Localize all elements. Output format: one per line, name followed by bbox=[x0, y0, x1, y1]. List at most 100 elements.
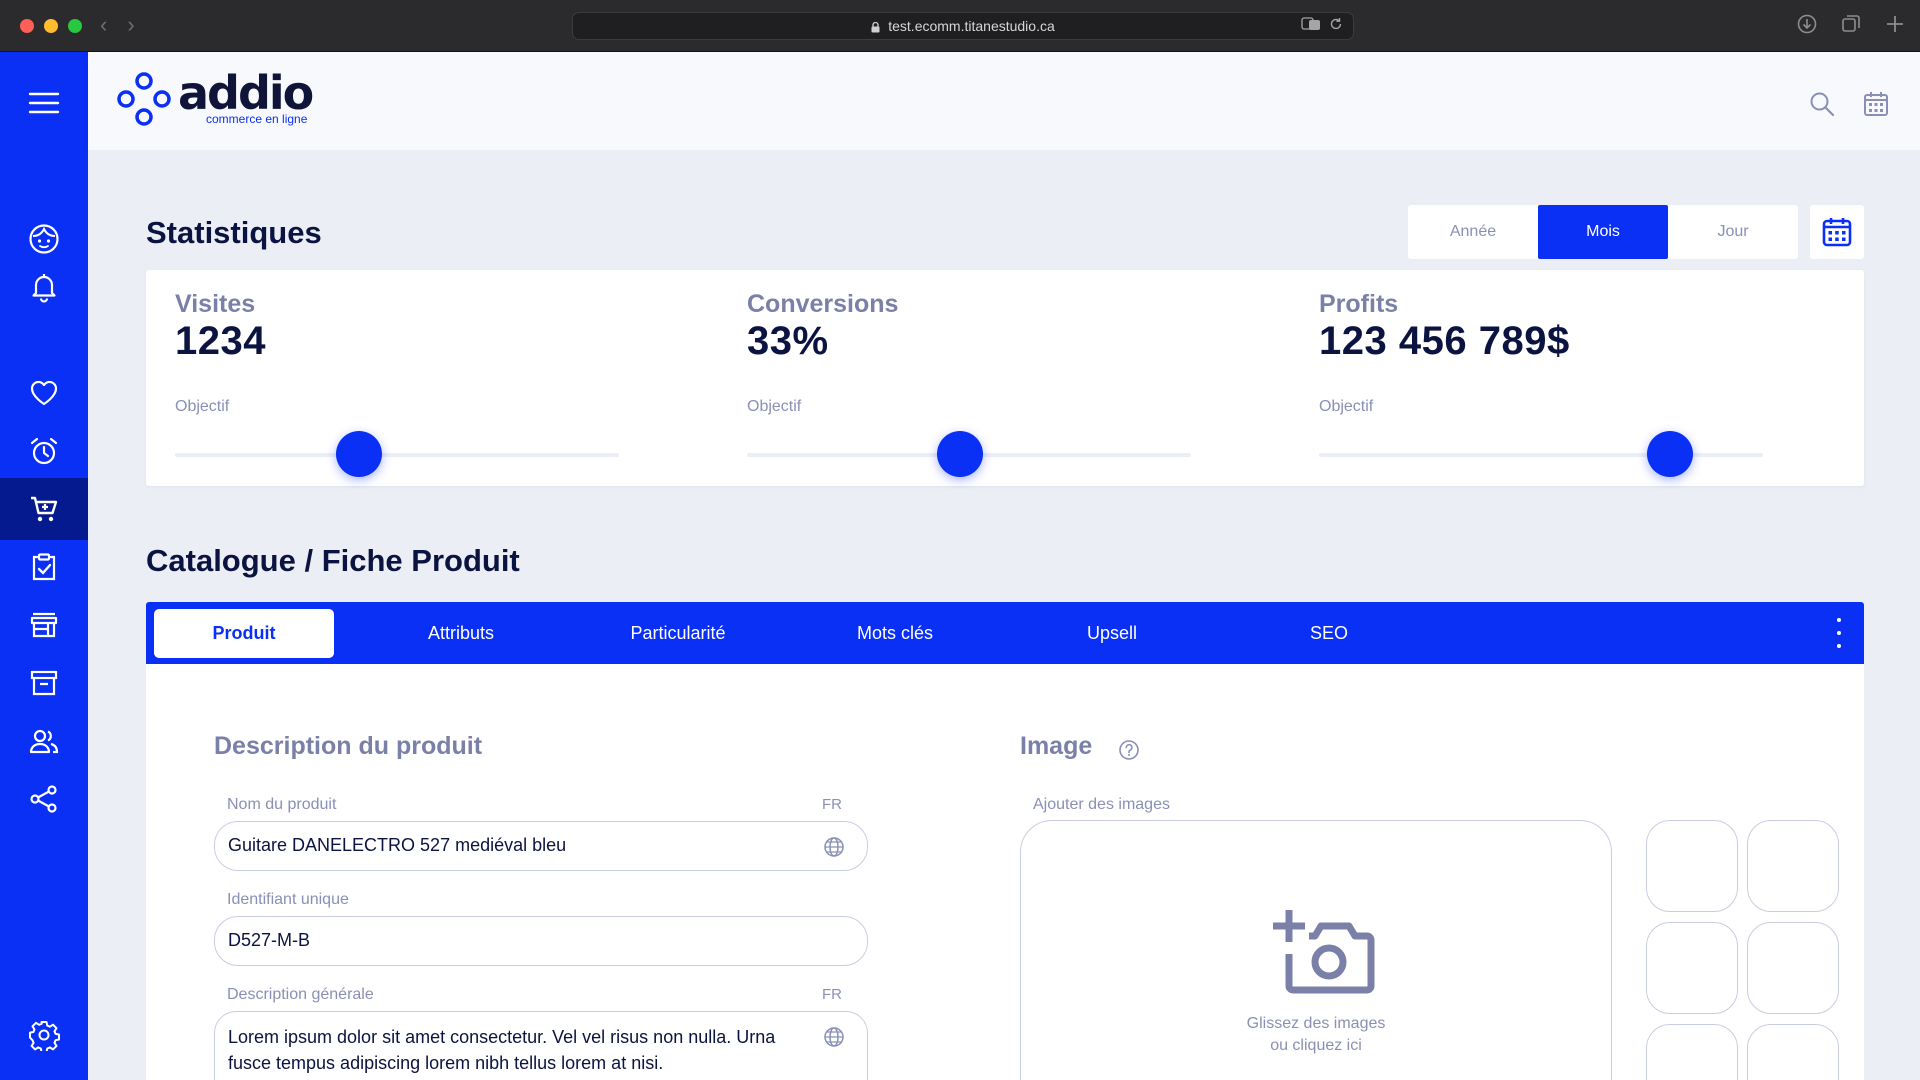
address-bar[interactable]: test.ecomm.titanestudio.ca bbox=[572, 12, 1354, 40]
sidebar-item-notifications[interactable] bbox=[0, 258, 88, 316]
general-description-value: Lorem ipsum dolor sit amet consectetur. … bbox=[228, 1027, 776, 1073]
download-icon[interactable] bbox=[1796, 13, 1818, 35]
unique-id-label: Identifiant unique bbox=[227, 891, 349, 908]
users-icon bbox=[29, 729, 59, 754]
reload-icon[interactable] bbox=[1329, 17, 1343, 31]
date-picker-button[interactable] bbox=[1810, 205, 1864, 259]
objective-slider-thumb[interactable] bbox=[1646, 431, 1693, 477]
url-text: test.ecomm.titanestudio.ca bbox=[888, 18, 1055, 34]
search-icon[interactable] bbox=[1808, 90, 1836, 118]
add-photo-icon bbox=[1273, 910, 1375, 994]
globe-icon[interactable] bbox=[823, 1026, 845, 1048]
dropzone-hint: Glissez des images ou cliquez ici bbox=[1021, 1013, 1611, 1057]
period-option-year[interactable]: Année bbox=[1408, 205, 1538, 259]
general-description-label: Description générale bbox=[227, 986, 374, 1003]
logo-mark-icon bbox=[117, 72, 171, 126]
add-images-label: Ajouter des images bbox=[1033, 796, 1170, 813]
sidebar-item-menu[interactable] bbox=[0, 74, 88, 132]
image-dropzone[interactable]: Glissez des images ou cliquez ici bbox=[1020, 820, 1612, 1080]
brand-tagline: commerce en ligne bbox=[206, 112, 308, 126]
stat-profits: Profits 123 456 789$ Objectif bbox=[1319, 290, 1763, 477]
stat-value: 123 456 789$ bbox=[1319, 319, 1570, 363]
product-panel: Description du produit Nom du produit FR… bbox=[146, 664, 1864, 1080]
browser-chrome: ‹ › test.ecomm.titanestudio.ca bbox=[0, 0, 1920, 52]
sidebar-item-stores[interactable] bbox=[0, 596, 88, 654]
stat-label: Profits bbox=[1319, 290, 1399, 318]
store-icon bbox=[30, 612, 58, 638]
image-thumbnail-slot[interactable] bbox=[1747, 1024, 1839, 1080]
logo-text: addio commerce en ligne bbox=[178, 66, 314, 126]
globe-icon[interactable] bbox=[823, 836, 845, 858]
more-options-icon[interactable] bbox=[1834, 618, 1844, 648]
objective-slider-track[interactable] bbox=[1319, 431, 1763, 477]
app-header: addio commerce en ligne bbox=[88, 52, 1920, 150]
stat-label: Visites bbox=[175, 290, 256, 318]
sidebar-item-shop[interactable] bbox=[0, 478, 88, 540]
tab-upsell[interactable]: Upsell bbox=[1022, 609, 1202, 658]
back-arrow-icon[interactable]: ‹ bbox=[100, 12, 107, 38]
calendar-icon bbox=[1822, 218, 1852, 247]
tab-seo[interactable]: SEO bbox=[1239, 609, 1419, 658]
objective-slider-track[interactable] bbox=[747, 431, 1191, 477]
image-thumbnail-slot[interactable] bbox=[1646, 820, 1738, 912]
stat-label: Conversions bbox=[747, 290, 899, 318]
translate-icon[interactable] bbox=[1301, 17, 1321, 31]
stats-card: Visites 1234 Objectif Conversions 33% Ob… bbox=[146, 270, 1864, 486]
product-name-lang: FR bbox=[822, 796, 842, 813]
tab-particularite[interactable]: Particularité bbox=[588, 609, 768, 658]
stat-value: 1234 bbox=[175, 319, 266, 363]
image-thumbnail-slot[interactable] bbox=[1747, 922, 1839, 1014]
image-thumbnail-slot[interactable] bbox=[1646, 1024, 1738, 1080]
sidebar-item-users[interactable] bbox=[0, 712, 88, 770]
tab-produit[interactable]: Produit bbox=[154, 609, 334, 658]
image-thumbnail-slot[interactable] bbox=[1646, 922, 1738, 1014]
tabs-overview-icon[interactable] bbox=[1840, 13, 1862, 35]
close-window-button[interactable] bbox=[20, 19, 34, 33]
sidebar-item-tasks[interactable] bbox=[0, 538, 88, 596]
new-tab-icon[interactable] bbox=[1884, 13, 1906, 35]
catalog-title: Catalogue / Fiche Produit bbox=[146, 543, 520, 578]
minimize-window-button[interactable] bbox=[44, 19, 58, 33]
stat-visits: Visites 1234 Objectif bbox=[175, 290, 619, 477]
period-option-month[interactable]: Mois bbox=[1538, 205, 1668, 259]
brand-name: addio bbox=[178, 66, 314, 120]
unique-id-field[interactable]: D527-M-B bbox=[214, 916, 868, 966]
sidebar bbox=[0, 52, 88, 1080]
history-nav: ‹ › bbox=[100, 12, 135, 38]
product-name-value: Guitare DANELECTRO 527 mediéval bleu bbox=[228, 835, 567, 855]
archive-icon bbox=[30, 670, 58, 696]
sidebar-item-favorites[interactable] bbox=[0, 364, 88, 422]
header-tools bbox=[1808, 90, 1890, 118]
stat-value: 33% bbox=[747, 319, 829, 363]
objective-slider-thumb[interactable] bbox=[336, 431, 383, 477]
forward-arrow-icon[interactable]: › bbox=[127, 12, 134, 38]
objective-label: Objectif bbox=[1319, 398, 1374, 415]
clipboard-check-icon bbox=[32, 553, 56, 581]
unique-id-value: D527-M-B bbox=[228, 930, 311, 950]
heart-icon bbox=[30, 380, 58, 406]
general-description-lang: FR bbox=[822, 986, 842, 1003]
period-option-day[interactable]: Jour bbox=[1668, 205, 1798, 259]
sidebar-item-alarms[interactable] bbox=[0, 422, 88, 480]
product-name-field[interactable]: Guitare DANELECTRO 527 mediéval bleu bbox=[214, 821, 868, 871]
product-tabs: Produit Attributs Particularité Mots clé… bbox=[146, 602, 1864, 664]
tab-mots-cles[interactable]: Mots clés bbox=[805, 609, 985, 658]
zoom-window-button[interactable] bbox=[68, 19, 82, 33]
product-name-label: Nom du produit bbox=[227, 796, 337, 813]
general-description-field[interactable]: Lorem ipsum dolor sit amet consectetur. … bbox=[214, 1011, 868, 1080]
stats-title: Statistiques bbox=[146, 215, 322, 250]
brand-logo[interactable]: addio commerce en ligne bbox=[114, 66, 314, 130]
stat-conversions: Conversions 33% Objectif bbox=[747, 290, 1191, 477]
calendar-icon[interactable] bbox=[1862, 90, 1890, 118]
main-content: Statistiques Année Mois Jour Visites 123… bbox=[88, 150, 1920, 1080]
help-icon[interactable] bbox=[1118, 739, 1140, 761]
lock-icon bbox=[871, 21, 880, 32]
objective-slider-track[interactable] bbox=[175, 431, 619, 477]
sidebar-item-settings[interactable] bbox=[0, 1006, 88, 1064]
tab-attributs[interactable]: Attributs bbox=[371, 609, 551, 658]
sidebar-item-archive[interactable] bbox=[0, 654, 88, 712]
gear-icon bbox=[29, 1021, 60, 1051]
objective-slider-thumb[interactable] bbox=[937, 431, 984, 477]
sidebar-item-share[interactable] bbox=[0, 770, 88, 828]
image-thumbnail-slot[interactable] bbox=[1747, 820, 1839, 912]
